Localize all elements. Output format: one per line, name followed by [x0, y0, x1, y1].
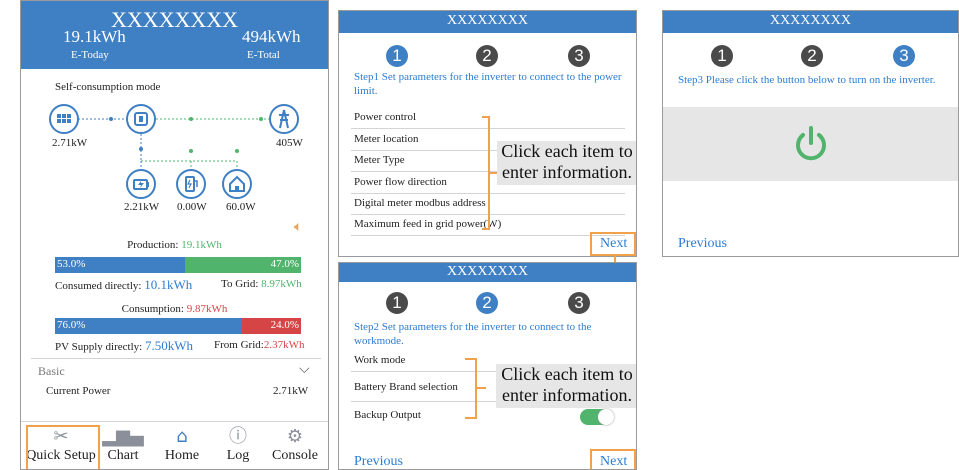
grid-tower-icon: [269, 104, 299, 134]
consumption-label: Consumption: 9.87kWh: [121, 303, 228, 315]
step-indicator-3: 3: [893, 45, 915, 67]
step-indicator-1: 1: [386, 45, 408, 67]
gear-icon: ⚙: [286, 426, 304, 447]
divider: [351, 235, 625, 236]
to-grid: To Grid: 8.97kWh: [221, 278, 302, 290]
step3-panel: XXXXXXXX 1 2 3 Step3 Please click the bu…: [662, 10, 959, 257]
menu-item-backup-output[interactable]: Backup Output: [354, 409, 421, 421]
pv-power: 2.71kW: [52, 137, 88, 149]
e-total-label: E-Total: [247, 49, 280, 61]
divider: [31, 358, 321, 359]
summary-header: XXXXXXXX 19.1kWh E-Today 494kWh E-Total: [21, 1, 328, 69]
production-left-pct: 53.0%: [57, 258, 86, 270]
e-today-label: E-Today: [71, 49, 109, 61]
production-value: 19.1kWh: [181, 239, 222, 251]
consumption-left-pct: 76.0%: [57, 319, 86, 331]
nav-divider: [21, 421, 328, 422]
grid-power: 405W: [276, 137, 303, 149]
home-power: 60.0W: [226, 201, 256, 213]
menu-item-battery-brand[interactable]: Battery Brand selection: [354, 381, 458, 393]
step1-next-highlight: [590, 232, 636, 256]
menu-item-power-control[interactable]: Power control: [354, 111, 416, 123]
menu-item-modbus-address[interactable]: Digital meter modbus address: [354, 197, 486, 209]
pv-supply-directly: PV Supply directly: 7.50kWh: [55, 338, 193, 353]
step2-previous-button[interactable]: Previous: [354, 454, 403, 469]
info-icon: ⓘ: [229, 426, 247, 447]
ev-power: 0.00W: [177, 201, 207, 213]
nav-log[interactable]: ⓘ Log: [216, 426, 260, 464]
nav-console[interactable]: ⚙ Console: [266, 426, 324, 464]
battery-icon: [126, 169, 156, 199]
step2-panel: XXXXXXXX 1 2 3 Step2 Set parameters for …: [338, 262, 637, 470]
production-bar: 53.0% 47.0%: [55, 257, 301, 273]
bracket-line: [465, 358, 486, 419]
solar-panel-icon: [49, 104, 79, 134]
current-power-label: Current Power: [46, 385, 111, 397]
backup-output-toggle[interactable]: [580, 409, 614, 425]
menu-item-meter-location[interactable]: Meter location: [354, 133, 418, 145]
step2-callout: Click each item to enter information.: [496, 364, 636, 408]
production-label: Production: 19.1kWh: [21, 239, 328, 251]
toggle-knob: [598, 409, 614, 425]
production-right-pct: 47.0%: [270, 258, 299, 270]
speaker-icon[interactable]: 🔈︎: [294, 219, 302, 235]
home-load-icon: [222, 169, 252, 199]
power-icon[interactable]: [792, 126, 830, 162]
step1-callout: Click each item to enter information.: [497, 141, 636, 185]
current-power-value: 2.71kW: [273, 385, 309, 397]
step-indicator-3: 3: [568, 292, 590, 314]
step2-next-highlight: [590, 449, 636, 469]
inverter-icon: [126, 104, 156, 134]
from-grid: From Grid:2.37kWh: [214, 339, 305, 351]
consumption-bar: 76.0% 24.0%: [55, 318, 301, 334]
ev-charger-icon: [176, 169, 206, 199]
step-indicator-3: 3: [568, 45, 590, 67]
nav-chart[interactable]: ▂▆▄ Chart: [101, 426, 145, 464]
step1-panel: XXXXXXXX 1 2 3 Step1 Set parameters for …: [338, 10, 637, 257]
power-button-area[interactable]: [663, 107, 958, 181]
nav-home[interactable]: ⌂ Home: [157, 426, 207, 464]
app-home-panel: XXXXXXXX 19.1kWh E-Today 494kWh E-Total …: [20, 0, 329, 470]
basic-section-label: Basic: [38, 364, 65, 378]
menu-item-work-mode[interactable]: Work mode: [354, 354, 405, 366]
menu-item-max-feed-in[interactable]: Maximum feed in grid power(W): [354, 218, 501, 230]
menu-item-meter-type[interactable]: Meter Type: [354, 154, 405, 166]
consumption-right-pct: 24.0%: [270, 319, 299, 331]
step1-header: XXXXXXXX: [339, 11, 636, 33]
bar-chart-icon: ▂▆▄: [102, 426, 144, 447]
home-icon: ⌂: [176, 426, 188, 447]
chevron-down-icon[interactable]: ⌵: [299, 361, 310, 377]
step-indicator-1: 1: [711, 45, 733, 67]
step-indicator-2: 2: [476, 45, 498, 67]
step1-instruction: Step1 Set parameters for the inverter to…: [354, 71, 622, 97]
step-indicator-2: 2: [476, 292, 498, 314]
step2-title: XXXXXXXX: [447, 264, 528, 279]
battery-power: 2.21kW: [124, 201, 160, 213]
e-today-value: 19.1kWh: [63, 27, 126, 46]
step3-header: XXXXXXXX: [663, 11, 958, 33]
menu-item-power-flow-direction[interactable]: Power flow direction: [354, 176, 447, 188]
step3-instruction: Step3 Please click the button below to t…: [678, 74, 936, 86]
consumed-directly: Consumed directly: 10.1kWh: [55, 277, 193, 292]
production-title: Production:: [127, 239, 182, 251]
step-indicator-1: 1: [386, 292, 408, 314]
e-total-value: 494kWh: [242, 27, 301, 46]
step3-previous-button[interactable]: Previous: [678, 236, 727, 252]
step2-header: XXXXXXXX: [339, 263, 636, 282]
step-indicator-2: 2: [801, 45, 823, 67]
step1-title: XXXXXXXX: [447, 13, 528, 28]
step3-title: XXXXXXXX: [770, 13, 851, 28]
step2-instruction: Step2 Set parameters for the inverter to…: [354, 321, 592, 347]
quick-setup-highlight: [26, 425, 100, 469]
